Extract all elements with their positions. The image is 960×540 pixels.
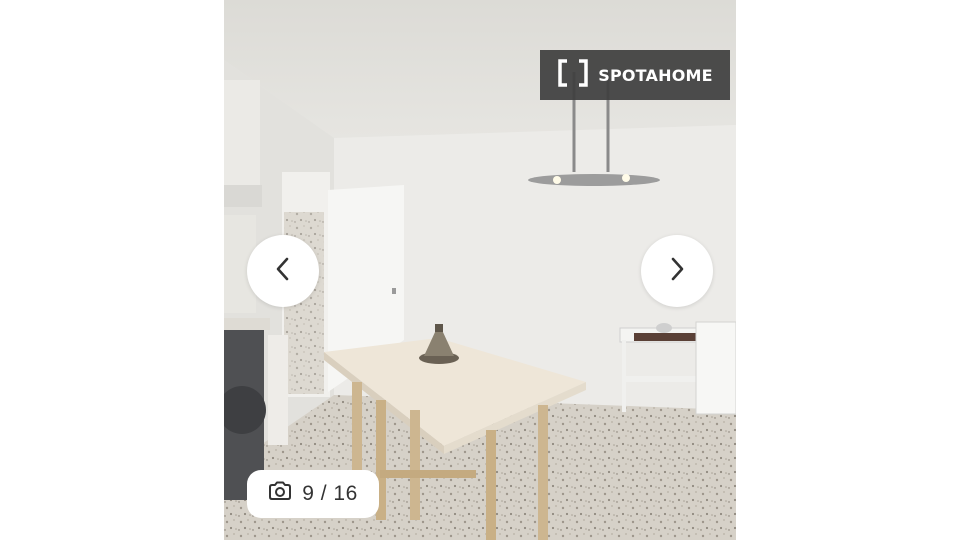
brand-name: SPOTAHOME — [598, 65, 713, 85]
image-counter-text: 9 / 16 — [302, 482, 358, 505]
image-counter-badge[interactable]: 9 / 16 — [247, 470, 379, 518]
bracket-logo-icon — [557, 58, 589, 92]
chevron-right-icon — [667, 255, 687, 288]
camera-icon — [268, 481, 292, 507]
next-image-button[interactable] — [641, 235, 713, 307]
chevron-left-icon — [273, 255, 293, 288]
photo-gallery: SPOTAHOME 9 / 16 — [224, 0, 736, 540]
spotahome-logo-badge: SPOTAHOME — [540, 50, 730, 100]
previous-image-button[interactable] — [247, 235, 319, 307]
